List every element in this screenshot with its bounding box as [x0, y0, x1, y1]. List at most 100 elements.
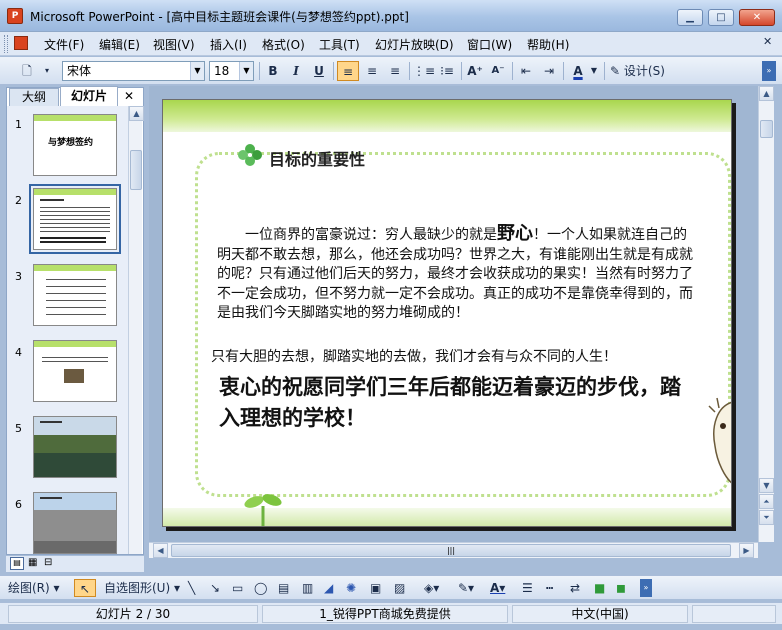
font-color-icon[interactable]: A [567, 61, 589, 81]
bold-button[interactable]: B [262, 61, 284, 81]
slide-thumbnail-5[interactable] [33, 416, 117, 478]
draw-label: 绘图(R) [8, 581, 50, 595]
align-center-icon[interactable]: ≡ [361, 61, 383, 81]
thumbnail-number: 3 [15, 270, 22, 283]
design-button[interactable]: ✎ 设计(S) [608, 61, 674, 81]
rectangle-icon[interactable]: ▭ [232, 579, 243, 597]
toolbar-overflow-icon[interactable]: » [640, 579, 652, 597]
numbered-list-icon[interactable]: ⋮≡ [413, 61, 435, 81]
autoshape-button[interactable]: 自选图形(U) ▾ [104, 579, 180, 597]
powerpoint-app-icon[interactable]: P [7, 8, 23, 24]
line-style-icon[interactable]: ☰ [522, 579, 533, 597]
scroll-left-icon[interactable]: ◀ [153, 543, 168, 558]
font-name-combo[interactable]: 宋体 ▼ [62, 61, 205, 81]
slide-paragraph-2[interactable]: 只有大胆的去想，脚踏实地的去做，我们才会有与众不同的人生！ [211, 346, 691, 366]
menu-window[interactable]: 窗口(W) [467, 36, 512, 53]
scroll-thumb[interactable] [760, 120, 773, 138]
menu-format[interactable]: 格式(O) [262, 36, 305, 53]
bulleted-list-icon[interactable]: ⁝≡ [436, 61, 458, 81]
previous-slide-icon[interactable]: ⏶ [759, 494, 774, 509]
toolbar-options-icon[interactable]: ▾ [40, 61, 54, 81]
close-icon[interactable]: ✕ [739, 9, 775, 26]
select-pointer-icon[interactable]: ↖ [74, 579, 96, 597]
fill-color-icon[interactable]: ◈▾ [424, 579, 439, 597]
slide-canvas[interactable]: 目标的重要性 一位商界的富豪说过：穷人最缺少的就是野心！一个人如果就连自己的明天… [162, 99, 732, 527]
next-slide-icon[interactable]: ⏷ [759, 510, 774, 525]
sprout-icon [244, 494, 282, 526]
close-document-icon[interactable]: ✕ [763, 35, 772, 48]
text-color-icon[interactable]: A▾ [490, 579, 505, 597]
menu-view[interactable]: 视图(V) [153, 36, 195, 53]
oval-icon[interactable]: ◯ [254, 579, 267, 597]
wordart-icon[interactable]: ◢ [324, 579, 333, 597]
slide-thumbnail-3[interactable] [33, 264, 117, 326]
slide-thumbnail-2[interactable] [29, 184, 121, 254]
scroll-up-icon[interactable]: ▲ [129, 106, 144, 121]
textbox-icon[interactable]: ▤ [278, 579, 289, 597]
scroll-thumb[interactable] [130, 150, 142, 190]
menu-file[interactable]: 文件(F) [44, 36, 84, 53]
normal-view-icon[interactable]: ▤ [10, 557, 24, 570]
mascot-illustration [708, 397, 731, 484]
increase-indent-icon[interactable]: ⇥ [538, 61, 560, 81]
scroll-right-icon[interactable]: ▶ [739, 543, 754, 558]
font-size-combo[interactable]: 18 ▼ [209, 61, 254, 81]
slide-title[interactable]: 目标的重要性 [269, 146, 365, 170]
tab-outline[interactable]: 大纲 [9, 88, 59, 106]
slide-thumbnail-4[interactable] [33, 340, 117, 402]
slide-thumbnail-1[interactable]: 与梦想签约 [33, 114, 117, 176]
slide-paragraph-1[interactable]: 一位商界的富豪说过：穷人最缺少的就是野心！一个人如果就连自己的明天都不敢去想，那… [217, 224, 695, 324]
menu-tools[interactable]: 工具(T) [319, 36, 360, 53]
shadow-icon[interactable]: ■ [594, 579, 605, 597]
scroll-up-icon[interactable]: ▲ [759, 86, 774, 101]
line-color-icon[interactable]: ✎▾ [458, 579, 474, 597]
arrow-icon[interactable]: ↘ [210, 579, 220, 597]
draw-menu-button[interactable]: 绘图(R) ▾ [8, 579, 60, 597]
slide-vertical-scrollbar[interactable]: ▲ ▼ ⏶ ⏷ [758, 86, 774, 542]
decrease-font-icon[interactable]: A⁻ [487, 61, 509, 81]
clover-icon [238, 144, 262, 166]
thumbnail-banner [34, 341, 116, 347]
thumbnail-text-line [40, 497, 62, 499]
line-icon[interactable]: ╲ [188, 579, 195, 597]
slide-sorter-icon[interactable]: ▦ [28, 557, 37, 568]
scroll-down-icon[interactable]: ▼ [759, 478, 774, 493]
menu-slideshow[interactable]: 幻灯片放映(D) [375, 36, 454, 53]
document-icon[interactable] [14, 36, 28, 50]
maximize-icon[interactable]: □ [708, 9, 734, 26]
increase-font-icon[interactable]: A⁺ [464, 61, 486, 81]
slide-horizontal-scrollbar[interactable]: ◀ ||| ▶ [149, 542, 758, 558]
chevron-down-icon[interactable]: ▼ [239, 62, 253, 80]
toolbar-overflow-icon[interactable]: » [762, 61, 776, 81]
chevron-down-icon[interactable]: ▼ [190, 62, 204, 80]
pane-close-icon[interactable]: ✕ [122, 88, 136, 104]
underline-button[interactable]: U [308, 61, 330, 81]
menu-edit[interactable]: 编辑(E) [99, 36, 140, 53]
minimize-icon[interactable]: ▁ [677, 9, 703, 26]
clipart-icon[interactable]: ▣ [370, 579, 381, 597]
menu-insert[interactable]: 插入(I) [210, 36, 247, 53]
menu-help[interactable]: 帮助(H) [527, 36, 569, 53]
grip-handle[interactable] [4, 35, 8, 53]
vertical-textbox-icon[interactable]: ▥ [302, 579, 313, 597]
align-left-icon[interactable]: ≡ [337, 61, 359, 81]
chevron-down-icon[interactable]: ▼ [588, 61, 600, 81]
3d-style-icon[interactable]: ◼ [616, 579, 626, 597]
scroll-thumb[interactable]: ||| [171, 544, 731, 557]
picture-icon[interactable]: ▨ [394, 579, 405, 597]
align-right-icon[interactable]: ≡ [384, 61, 406, 81]
font-name-value: 宋体 [67, 64, 92, 78]
thumbnail-scrollbar[interactable]: ▲ [128, 106, 144, 554]
slide-thumbnail-6[interactable] [33, 492, 117, 554]
slide-paragraph-3[interactable]: 衷心的祝愿同学们三年后都能迈着豪迈的步伐，踏入理想的学校！ [219, 372, 699, 434]
thumbnail-banner [34, 189, 116, 195]
diagram-icon[interactable]: ✺ [346, 579, 356, 597]
decrease-indent-icon[interactable]: ⇤ [515, 61, 537, 81]
dash-style-icon[interactable]: ┅ [546, 579, 553, 597]
italic-button[interactable]: I [285, 61, 307, 81]
tab-slides[interactable]: 幻灯片 [60, 86, 118, 106]
arrow-style-icon[interactable]: ⇄ [570, 579, 580, 597]
slideshow-icon[interactable]: ⊟ [44, 557, 52, 568]
autoshape-label: 自选图形(U) [104, 581, 171, 595]
new-document-icon[interactable]: 🗋 [16, 61, 38, 81]
